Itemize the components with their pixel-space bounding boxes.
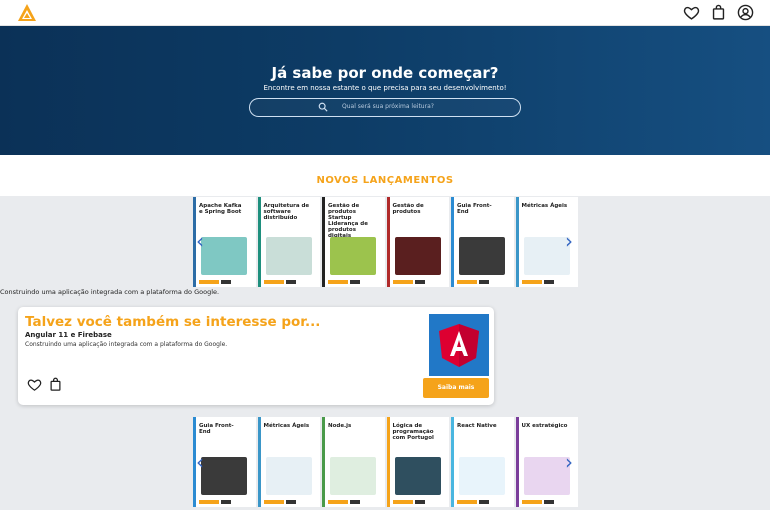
cover-illustration (201, 237, 247, 275)
cover-stripe (257, 417, 261, 507)
publisher-logo (392, 280, 413, 284)
cover-illustration (394, 457, 441, 495)
publisher-logo (392, 500, 413, 504)
book-cover[interactable]: Arquitetura de software distribuído (257, 197, 320, 287)
cover-illustration (201, 457, 247, 495)
cover-stripe (451, 197, 454, 287)
logo-icon[interactable] (18, 4, 36, 21)
card-title: Talvez você também se interesse por... (25, 314, 321, 330)
cover-stripe (386, 417, 390, 507)
releases-carousel: Apache Kafka e Spring Boot Arquitetura de… (193, 197, 578, 287)
books-carousel: Guia Front-End Métricas Ágeis Node.js Lógic… (193, 417, 578, 507)
publisher-logo (199, 500, 219, 504)
top-actions (683, 4, 754, 21)
search-placeholder: Qual será sua próxima leitura? (342, 103, 434, 110)
book-cover[interactable]: Métricas Ágeis (257, 417, 320, 507)
angular-logo-icon (439, 324, 479, 367)
carousel-prev-icon[interactable]: ‹ (196, 452, 204, 472)
cover-title: React Native (457, 423, 497, 429)
book-cover[interactable]: Gestão de produtos Startup Liderança de … (322, 197, 385, 287)
publisher-logo (521, 280, 542, 284)
hero-subtitle: Encontre em nossa estante o que precisa … (263, 84, 507, 92)
cover-illustration (523, 457, 570, 495)
cover-stripe (515, 197, 519, 287)
publisher-logo (479, 280, 489, 284)
hero-title: Já sabe por onde começar? (271, 64, 499, 82)
cover-illustration (265, 237, 312, 275)
book-cover[interactable]: React Native (451, 417, 514, 507)
cover-illustration (330, 237, 376, 275)
publisher-logo (221, 500, 231, 504)
cover-stripe (322, 197, 325, 287)
cover-title: Node.js (328, 423, 352, 429)
publisher-logo (285, 500, 296, 504)
top-navbar (0, 0, 770, 26)
search-icon (318, 102, 328, 112)
publisher-logo (543, 280, 554, 284)
cover-title: Lógica de programação com Portugol (392, 423, 434, 441)
publisher-logo (457, 280, 477, 284)
book-cover[interactable]: Node.js (322, 417, 385, 507)
cover-title: Gestão de produtos (392, 203, 424, 215)
card-actions (27, 377, 63, 392)
publisher-logo (414, 280, 425, 284)
cover-stripe (322, 417, 325, 507)
cover-illustration (330, 457, 376, 495)
cover-title: Métricas Ágeis (521, 203, 568, 209)
publisher-logo (285, 280, 296, 284)
cover-title: UX estratégico (521, 423, 568, 429)
publisher-logo (263, 500, 284, 504)
cover-title: Guia Front-End (199, 423, 234, 435)
cover-title: Gestão de produtos Startup Liderança de … (328, 203, 368, 239)
carousel-next-icon[interactable]: › (565, 452, 573, 472)
recommendation-card: Talvez você também se interesse por... A… (18, 307, 494, 405)
publisher-logo (221, 280, 231, 284)
hero-banner: Já sabe por onde começar? Encontre em no… (0, 26, 770, 155)
publisher-logo (479, 500, 489, 504)
publisher-logo (328, 280, 348, 284)
publisher-logo (414, 500, 425, 504)
card-book-title[interactable]: Angular 11 e Firebase (25, 331, 112, 339)
shopping-bag-icon[interactable] (48, 377, 63, 392)
cover-illustration (459, 237, 505, 275)
publisher-logo (521, 500, 542, 504)
cover-stripe (386, 197, 390, 287)
cover-title: Métricas Ágeis (263, 423, 310, 429)
section-title: NOVOS LANÇAMENTOS (316, 175, 454, 186)
shopping-bag-icon[interactable] (710, 4, 727, 21)
publisher-logo (328, 500, 348, 504)
cover-stripe (451, 417, 454, 507)
heart-icon[interactable] (27, 377, 42, 392)
publisher-logo (350, 280, 360, 284)
heart-icon[interactable] (683, 4, 700, 21)
carousel-next-icon[interactable]: › (565, 231, 573, 251)
carousel-prev-icon[interactable]: ‹ (196, 231, 204, 251)
search-input[interactable]: Qual será sua próxima leitura? (249, 98, 521, 117)
learn-more-button[interactable]: Saiba mais (423, 378, 489, 398)
user-account-icon[interactable] (737, 4, 754, 21)
cover-illustration (265, 457, 312, 495)
book-cover[interactable]: Guia Front-End (451, 197, 514, 287)
cover-stripe (515, 417, 519, 507)
cover-illustration (459, 457, 505, 495)
cover-stripe (257, 197, 261, 287)
publisher-logo (543, 500, 554, 504)
publisher-logo (457, 500, 477, 504)
promo-caption: Construindo uma aplicação integrada com … (0, 288, 220, 296)
cover-title: Arquitetura de software distribuído (263, 203, 310, 221)
cover-title: Guia Front-End (457, 203, 492, 215)
card-book-description: Construindo uma aplicação integrada com … (25, 341, 228, 348)
publisher-logo (263, 280, 284, 284)
publisher-logo (199, 280, 219, 284)
cover-title: Apache Kafka e Spring Boot (199, 203, 242, 215)
book-cover[interactable]: Gestão de produtos (386, 197, 449, 287)
cover-illustration (523, 237, 570, 275)
book-cover-image[interactable] (429, 314, 489, 376)
book-cover[interactable]: Lógica de programação com Portugol (386, 417, 449, 507)
publisher-logo (350, 500, 360, 504)
cover-illustration (394, 237, 441, 275)
